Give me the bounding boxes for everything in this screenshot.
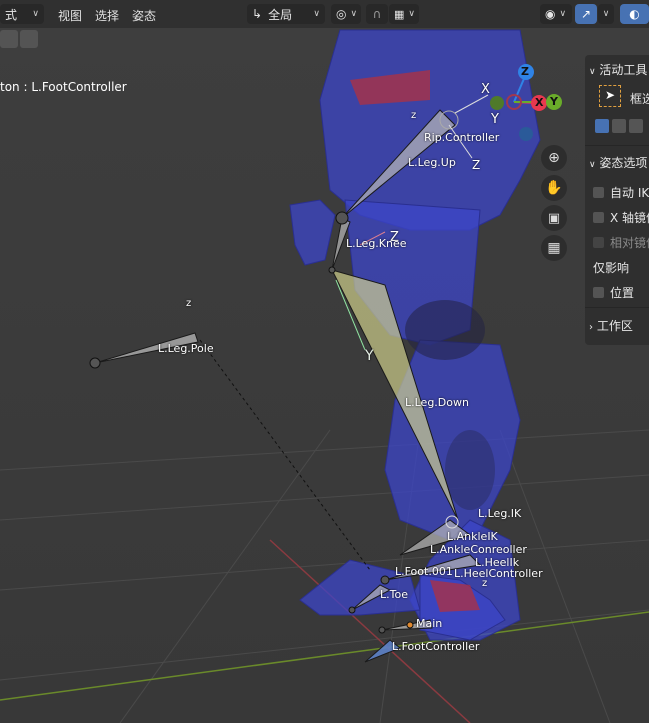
affect-only-label: 仅影响 [593,261,630,275]
bone-label-rip-controller: Rip.Controller [424,131,500,144]
select-subtract-icon[interactable] [629,119,643,133]
perspective-toggle-button[interactable]: ▦ [541,235,567,261]
magnet-icon: ∩ [372,7,382,21]
menu-view[interactable]: 视图 [58,7,82,24]
selection-mode-buttons[interactable] [595,119,643,133]
checkbox-icon [593,212,604,223]
relative-mirror-checkbox[interactable]: 相对镜像 [593,234,649,251]
tool-settings-row[interactable] [0,30,38,50]
camera-icon: ▣ [547,210,561,226]
visibility-dropdown[interactable]: ◉ ∨ [540,4,572,24]
viewport-header: 式 ∨ 视图 选择 姿态 ↳ 全局 ∨ ◎ ∨ ∩ ▦ ∨ ◉ ∨ ↗ ∨ ◐ [0,0,649,28]
gizmo-icon: ↗ [580,7,592,21]
auto-ik-checkbox[interactable]: 自动 IK [593,184,649,201]
select-box-label: 框选 [630,92,649,106]
location-checkbox[interactable]: 位置 [593,284,634,301]
chevron-down-icon: ∨ [313,9,320,19]
axis-letter: z [186,298,192,309]
gizmo-dropdown[interactable]: ∨ [598,4,614,24]
zoom-icon: ⊕ [548,150,560,166]
select-extend-icon[interactable] [612,119,626,133]
select-box-tool-icon[interactable]: ➤ [599,85,621,107]
pan-button[interactable]: ✋ [541,175,567,201]
checkbox-icon [593,187,604,198]
chevron-down-icon: ∨ [589,67,596,77]
bone-label-ankle-ik: L.AnkleIK [447,530,498,543]
chevron-right-icon: › [589,322,593,333]
bone-label-leg-knee: L.Leg.Knee [346,237,407,250]
gizmo-neg-y-icon[interactable] [490,96,504,110]
bone-label-foot-001: L.Foot.001 [395,565,453,578]
select-new-icon[interactable] [595,119,609,133]
menu-select[interactable]: 选择 [95,7,119,24]
snap-toggle[interactable]: ∩ [366,4,388,24]
bone-label-main: Main [416,617,443,630]
bone-label-leg-down: L.Leg.Down [405,396,469,409]
hand-icon: ✋ [545,180,563,196]
select-mode-icon[interactable] [0,30,18,48]
bone-label-leg-ik: L.Leg.IK [478,507,522,520]
overlays-toggle[interactable]: ◐ [620,4,649,24]
pivot-icon: ◎ [336,7,347,21]
gizmo-neg-z-icon[interactable] [519,127,533,141]
bone-label-leg-up: L.Leg.Up [408,156,456,169]
mode-dropdown[interactable]: 式 ∨ [0,4,44,24]
navigation-gizmo[interactable] [490,62,570,142]
camera-view-button[interactable]: ▣ [541,205,567,231]
transform-orientation-dropdown[interactable]: ↳ 全局 ∨ [247,4,325,24]
grid-icon: ▦ [547,240,561,256]
gizmo-x-label: X [535,96,544,109]
axis-letter: z [411,110,417,121]
active-tool-header[interactable]: ∨ 活动工具 [589,61,647,78]
gizmo-z-label: Z [521,65,529,78]
snap-grid-icon: ▦ [394,7,405,21]
x-mirror-checkbox[interactable]: X 轴镜像 [593,209,649,226]
bone-label-leg-pole: L.Leg.Pole [158,342,214,355]
overlays-icon: ◐ [629,7,640,21]
axis-letter: Y [365,348,374,364]
cursor-icon: ➤ [605,88,616,102]
bone-label-foot-controller: L.FootController [392,640,480,653]
checkbox-icon [593,287,604,298]
checkbox-icon [593,237,604,248]
axis-letter: X [481,82,490,97]
zoom-button[interactable]: ⊕ [541,145,567,171]
sidebar-n-panel[interactable]: ∨ 活动工具 ➤ 框选 ∨ 姿态选项 自动 IK X 轴镜像 相对镜像 仅影响 … [585,55,649,345]
axis-letter: Z [472,158,481,172]
bone-label-heel-controller: L.HeelController [454,567,543,580]
gizmo-toggle[interactable]: ↗ [575,4,597,24]
chevron-down-icon: ∨ [589,160,596,170]
menu-pose[interactable]: 姿态 [132,7,156,24]
eye-icon: ◉ [545,7,556,21]
bone-label-toe: L.Toe [380,588,408,601]
active-object-text: ton : L.FootController [0,80,127,94]
chevron-down-icon: ∨ [559,9,567,19]
gizmo-y-label: Y [550,95,558,108]
snap-target-dropdown[interactable]: ▦ ∨ [389,4,419,24]
chevron-down-icon: ∨ [408,9,415,19]
chevron-down-icon: ∨ [32,9,39,19]
pivot-point-dropdown[interactable]: ◎ ∨ [331,4,361,24]
pose-options-header[interactable]: ∨ 姿态选项 [589,154,647,171]
bone-label-ankle-controller: L.AnkleConreoller [430,543,527,556]
chevron-down-icon: ∨ [350,9,358,19]
workspace-header[interactable]: › 工作区 [589,317,633,334]
orientation-axes-icon: ↳ [252,7,263,21]
chevron-down-icon: ∨ [602,9,610,19]
3d-viewport[interactable]: z Y X Z Z z z Y Rip.Controller L.Leg.Up … [0,0,649,723]
select-box-icon[interactable] [20,30,38,48]
